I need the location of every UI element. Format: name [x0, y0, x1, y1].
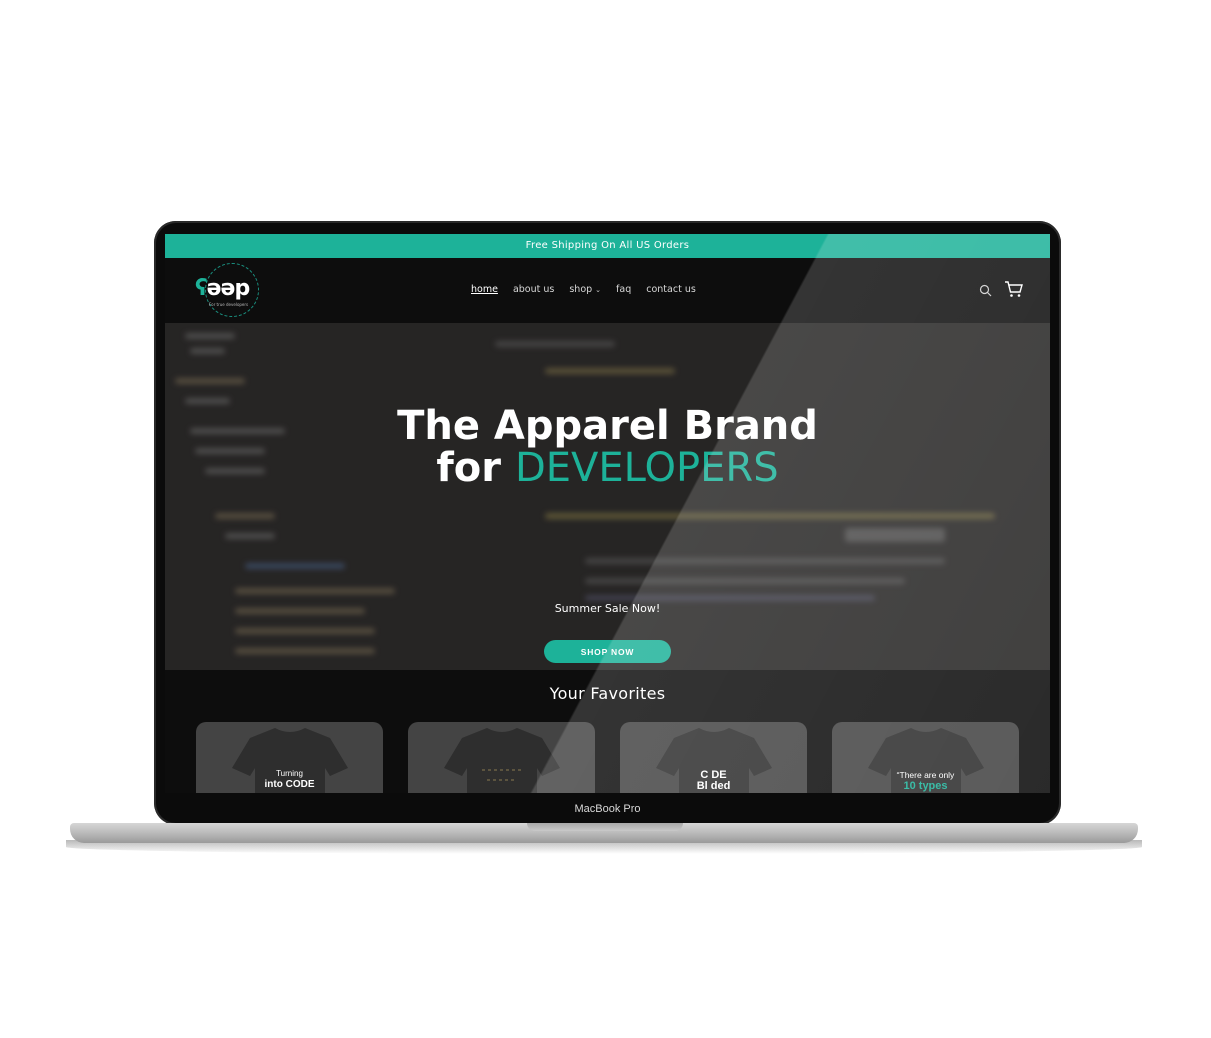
hero-title-line1: The Apparel Brand: [397, 403, 818, 449]
header-icons: [979, 280, 1024, 302]
favorites-title: Your Favorites: [549, 684, 666, 703]
nav-shop-label: shop: [569, 284, 593, 295]
logo-wordmark: ʕǝəp: [195, 276, 250, 301]
product-card[interactable]: C DE Bl ded: [620, 722, 807, 793]
chevron-down-icon: ⌄: [595, 286, 602, 294]
search-icon[interactable]: [979, 282, 992, 301]
logo-tagline: For true developers: [209, 302, 249, 307]
product-print-line1: “There are only: [896, 770, 955, 780]
nav-about-us[interactable]: about us: [513, 284, 554, 295]
product-print-line2: into CODE: [264, 779, 315, 790]
tshirt-image: [444, 728, 560, 793]
product-print-line2: Bl ded: [696, 780, 731, 792]
product-card[interactable]: [408, 722, 595, 793]
cart-icon[interactable]: [1004, 280, 1024, 302]
nav-home[interactable]: home: [471, 284, 498, 295]
nav-faq[interactable]: faq: [616, 284, 631, 295]
nav-shop[interactable]: shop ⌄: [569, 284, 601, 295]
product-card[interactable]: “There are only 10 types: [832, 722, 1019, 793]
product-card[interactable]: Turning into CODE: [196, 722, 383, 793]
nav-contact-us[interactable]: contact us: [646, 284, 696, 295]
hero-banner: The Apparel Brand for DEVELOPERS Summer …: [165, 323, 1050, 670]
hero-subtitle: Summer Sale Now!: [554, 602, 661, 615]
hero-title: The Apparel Brand for DEVELOPERS: [165, 405, 1050, 489]
hero-title-accent: DEVELOPERS: [514, 445, 779, 491]
device-label: MacBook Pro: [574, 803, 641, 815]
main-nav: home about us shop ⌄ faq contact us: [471, 284, 696, 295]
hero-title-line2: for DEVELOPERS: [436, 445, 779, 491]
hero-overlay: [165, 323, 1050, 670]
laptop-notch: [527, 823, 683, 831]
product-print-line2: 10 types: [903, 780, 948, 792]
site-header: ʕǝəp For true developers home about us s…: [165, 258, 1050, 323]
shop-now-button[interactable]: SHOP NOW: [544, 640, 671, 663]
favorites-section: Your Favorites Turning into CODE C DE Bl…: [165, 670, 1050, 793]
brand-logo[interactable]: ʕǝəp For true developers: [193, 262, 259, 320]
announcement-bar: Free Shipping On All US Orders: [165, 234, 1050, 258]
browser-screen: Free Shipping On All US Orders ʕǝəp For …: [165, 234, 1050, 793]
product-print-line1: Turning: [276, 769, 303, 778]
